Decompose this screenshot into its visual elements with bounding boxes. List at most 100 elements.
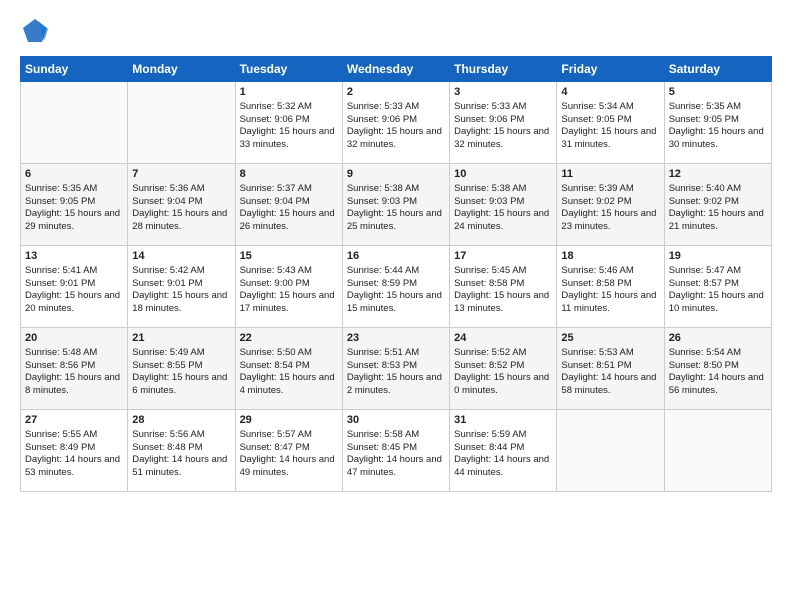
- sunrise-text: Sunrise: 5:33 AM: [347, 101, 419, 112]
- day-number: 8: [240, 167, 338, 182]
- calendar-cell-3-7: 19Sunrise: 5:47 AMSunset: 8:57 PMDayligh…: [664, 246, 771, 328]
- sunset-text: Sunset: 9:06 PM: [347, 114, 417, 125]
- day-number: 24: [454, 331, 552, 346]
- day-number: 4: [561, 85, 659, 100]
- calendar-cell-2-2: 7Sunrise: 5:36 AMSunset: 9:04 PMDaylight…: [128, 164, 235, 246]
- sunrise-text: Sunrise: 5:36 AM: [132, 183, 204, 194]
- daylight-text: Daylight: 15 hours and 28 minutes.: [132, 208, 227, 232]
- sunrise-text: Sunrise: 5:37 AM: [240, 183, 312, 194]
- sunset-text: Sunset: 9:06 PM: [454, 114, 524, 125]
- sunrise-text: Sunrise: 5:50 AM: [240, 347, 312, 358]
- daylight-text: Daylight: 15 hours and 33 minutes.: [240, 126, 335, 150]
- day-number: 30: [347, 413, 445, 428]
- calendar-cell-2-7: 12Sunrise: 5:40 AMSunset: 9:02 PMDayligh…: [664, 164, 771, 246]
- calendar-cell-1-7: 5Sunrise: 5:35 AMSunset: 9:05 PMDaylight…: [664, 82, 771, 164]
- sunset-text: Sunset: 8:51 PM: [561, 360, 631, 371]
- sunrise-text: Sunrise: 5:41 AM: [25, 265, 97, 276]
- day-number: 2: [347, 85, 445, 100]
- calendar-cell-1-2: [128, 82, 235, 164]
- sunset-text: Sunset: 9:05 PM: [25, 196, 95, 207]
- sunrise-text: Sunrise: 5:46 AM: [561, 265, 633, 276]
- daylight-text: Daylight: 15 hours and 0 minutes.: [454, 372, 549, 396]
- daylight-text: Daylight: 15 hours and 2 minutes.: [347, 372, 442, 396]
- day-number: 17: [454, 249, 552, 264]
- sunrise-text: Sunrise: 5:45 AM: [454, 265, 526, 276]
- sunset-text: Sunset: 9:02 PM: [561, 196, 631, 207]
- daylight-text: Daylight: 15 hours and 4 minutes.: [240, 372, 335, 396]
- daylight-text: Daylight: 14 hours and 58 minutes.: [561, 372, 656, 396]
- calendar-cell-4-6: 25Sunrise: 5:53 AMSunset: 8:51 PMDayligh…: [557, 328, 664, 410]
- calendar-cell-1-1: [21, 82, 128, 164]
- day-number: 27: [25, 413, 123, 428]
- calendar-week-row-3: 13Sunrise: 5:41 AMSunset: 9:01 PMDayligh…: [21, 246, 772, 328]
- sunrise-text: Sunrise: 5:55 AM: [25, 429, 97, 440]
- sunset-text: Sunset: 8:58 PM: [561, 278, 631, 289]
- day-number: 11: [561, 167, 659, 182]
- sunrise-text: Sunrise: 5:56 AM: [132, 429, 204, 440]
- sunset-text: Sunset: 9:03 PM: [454, 196, 524, 207]
- calendar-cell-1-6: 4Sunrise: 5:34 AMSunset: 9:05 PMDaylight…: [557, 82, 664, 164]
- day-number: 22: [240, 331, 338, 346]
- sunset-text: Sunset: 8:50 PM: [669, 360, 739, 371]
- logo-icon: [20, 16, 50, 46]
- day-number: 29: [240, 413, 338, 428]
- sunrise-text: Sunrise: 5:51 AM: [347, 347, 419, 358]
- day-number: 20: [25, 331, 123, 346]
- day-number: 10: [454, 167, 552, 182]
- sunset-text: Sunset: 8:58 PM: [454, 278, 524, 289]
- sunrise-text: Sunrise: 5:49 AM: [132, 347, 204, 358]
- sunrise-text: Sunrise: 5:42 AM: [132, 265, 204, 276]
- day-number: 14: [132, 249, 230, 264]
- calendar-cell-5-7: [664, 410, 771, 492]
- sunrise-text: Sunrise: 5:54 AM: [669, 347, 741, 358]
- sunset-text: Sunset: 8:44 PM: [454, 442, 524, 453]
- calendar-week-row-2: 6Sunrise: 5:35 AMSunset: 9:05 PMDaylight…: [21, 164, 772, 246]
- sunset-text: Sunset: 8:56 PM: [25, 360, 95, 371]
- sunrise-text: Sunrise: 5:59 AM: [454, 429, 526, 440]
- sunrise-text: Sunrise: 5:35 AM: [669, 101, 741, 112]
- sunset-text: Sunset: 9:03 PM: [347, 196, 417, 207]
- calendar-cell-5-6: [557, 410, 664, 492]
- day-number: 6: [25, 167, 123, 182]
- sunset-text: Sunset: 8:55 PM: [132, 360, 202, 371]
- sunrise-text: Sunrise: 5:33 AM: [454, 101, 526, 112]
- daylight-text: Daylight: 14 hours and 49 minutes.: [240, 454, 335, 478]
- calendar-cell-5-1: 27Sunrise: 5:55 AMSunset: 8:49 PMDayligh…: [21, 410, 128, 492]
- daylight-text: Daylight: 15 hours and 26 minutes.: [240, 208, 335, 232]
- sunset-text: Sunset: 9:05 PM: [561, 114, 631, 125]
- daylight-text: Daylight: 15 hours and 13 minutes.: [454, 290, 549, 314]
- calendar-cell-4-2: 21Sunrise: 5:49 AMSunset: 8:55 PMDayligh…: [128, 328, 235, 410]
- daylight-text: Daylight: 14 hours and 44 minutes.: [454, 454, 549, 478]
- header: [20, 16, 772, 46]
- daylight-text: Daylight: 15 hours and 29 minutes.: [25, 208, 120, 232]
- calendar-cell-1-3: 1Sunrise: 5:32 AMSunset: 9:06 PMDaylight…: [235, 82, 342, 164]
- sunrise-text: Sunrise: 5:38 AM: [347, 183, 419, 194]
- calendar-week-row-5: 27Sunrise: 5:55 AMSunset: 8:49 PMDayligh…: [21, 410, 772, 492]
- calendar-cell-4-4: 23Sunrise: 5:51 AMSunset: 8:53 PMDayligh…: [342, 328, 449, 410]
- daylight-text: Daylight: 15 hours and 31 minutes.: [561, 126, 656, 150]
- calendar-cell-5-4: 30Sunrise: 5:58 AMSunset: 8:45 PMDayligh…: [342, 410, 449, 492]
- page: SundayMondayTuesdayWednesdayThursdayFrid…: [0, 0, 792, 612]
- day-number: 25: [561, 331, 659, 346]
- daylight-text: Daylight: 14 hours and 47 minutes.: [347, 454, 442, 478]
- sunset-text: Sunset: 8:45 PM: [347, 442, 417, 453]
- daylight-text: Daylight: 15 hours and 20 minutes.: [25, 290, 120, 314]
- calendar-table: SundayMondayTuesdayWednesdayThursdayFrid…: [20, 56, 772, 492]
- sunset-text: Sunset: 9:00 PM: [240, 278, 310, 289]
- day-number: 18: [561, 249, 659, 264]
- sunset-text: Sunset: 8:52 PM: [454, 360, 524, 371]
- calendar-cell-4-1: 20Sunrise: 5:48 AMSunset: 8:56 PMDayligh…: [21, 328, 128, 410]
- day-number: 28: [132, 413, 230, 428]
- day-number: 26: [669, 331, 767, 346]
- weekday-header-monday: Monday: [128, 57, 235, 82]
- weekday-header-thursday: Thursday: [450, 57, 557, 82]
- calendar-cell-3-1: 13Sunrise: 5:41 AMSunset: 9:01 PMDayligh…: [21, 246, 128, 328]
- sunrise-text: Sunrise: 5:52 AM: [454, 347, 526, 358]
- daylight-text: Daylight: 15 hours and 11 minutes.: [561, 290, 656, 314]
- day-number: 23: [347, 331, 445, 346]
- sunset-text: Sunset: 9:04 PM: [132, 196, 202, 207]
- daylight-text: Daylight: 15 hours and 30 minutes.: [669, 126, 764, 150]
- day-number: 16: [347, 249, 445, 264]
- daylight-text: Daylight: 15 hours and 32 minutes.: [347, 126, 442, 150]
- calendar-cell-3-5: 17Sunrise: 5:45 AM Sunset: 8:58 PMDayligh…: [450, 246, 557, 328]
